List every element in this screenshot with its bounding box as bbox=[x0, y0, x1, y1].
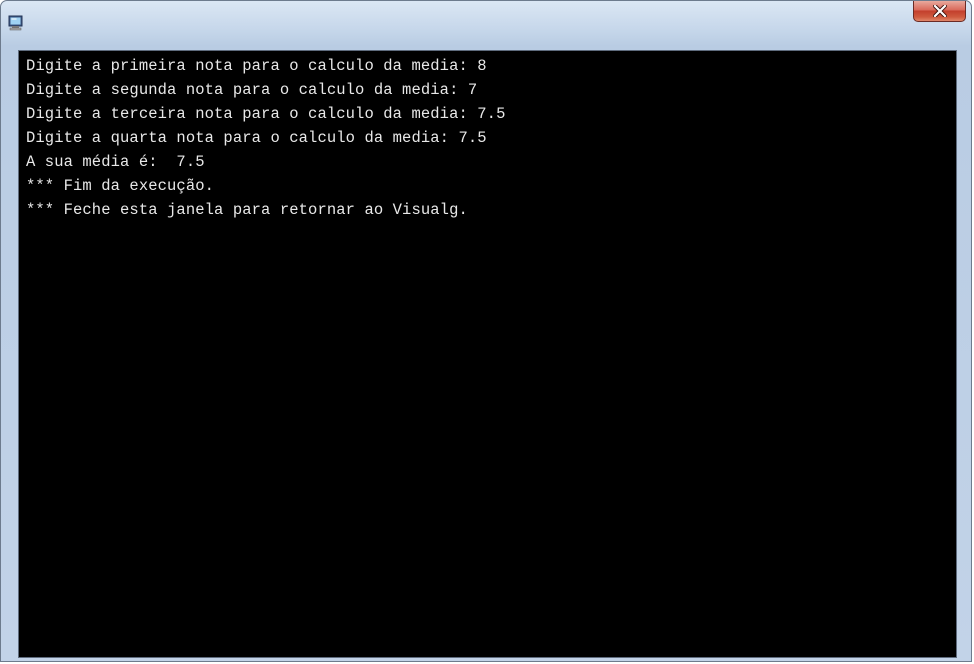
close-icon bbox=[914, 1, 965, 21]
close-button[interactable] bbox=[913, 1, 966, 22]
title-bar[interactable] bbox=[1, 1, 971, 45]
console-output-area[interactable]: Digite a primeira nota para o calculo da… bbox=[18, 50, 957, 658]
console-line: Digite a terceira nota para o calculo da… bbox=[26, 105, 506, 123]
console-line: *** Feche esta janela para retornar ao V… bbox=[26, 201, 468, 219]
console-window: Digite a primeira nota para o calculo da… bbox=[0, 0, 972, 662]
console-line: Digite a quarta nota para o calculo da m… bbox=[26, 129, 487, 147]
console-line: A sua média é: 7.5 bbox=[26, 153, 205, 171]
console-line: Digite a segunda nota para o calculo da … bbox=[26, 81, 478, 99]
console-app-icon[interactable] bbox=[8, 15, 24, 31]
console-line: Digite a primeira nota para o calculo da… bbox=[26, 57, 487, 75]
console-line: *** Fim da execução. bbox=[26, 177, 215, 195]
console-output: Digite a primeira nota para o calculo da… bbox=[26, 54, 505, 222]
